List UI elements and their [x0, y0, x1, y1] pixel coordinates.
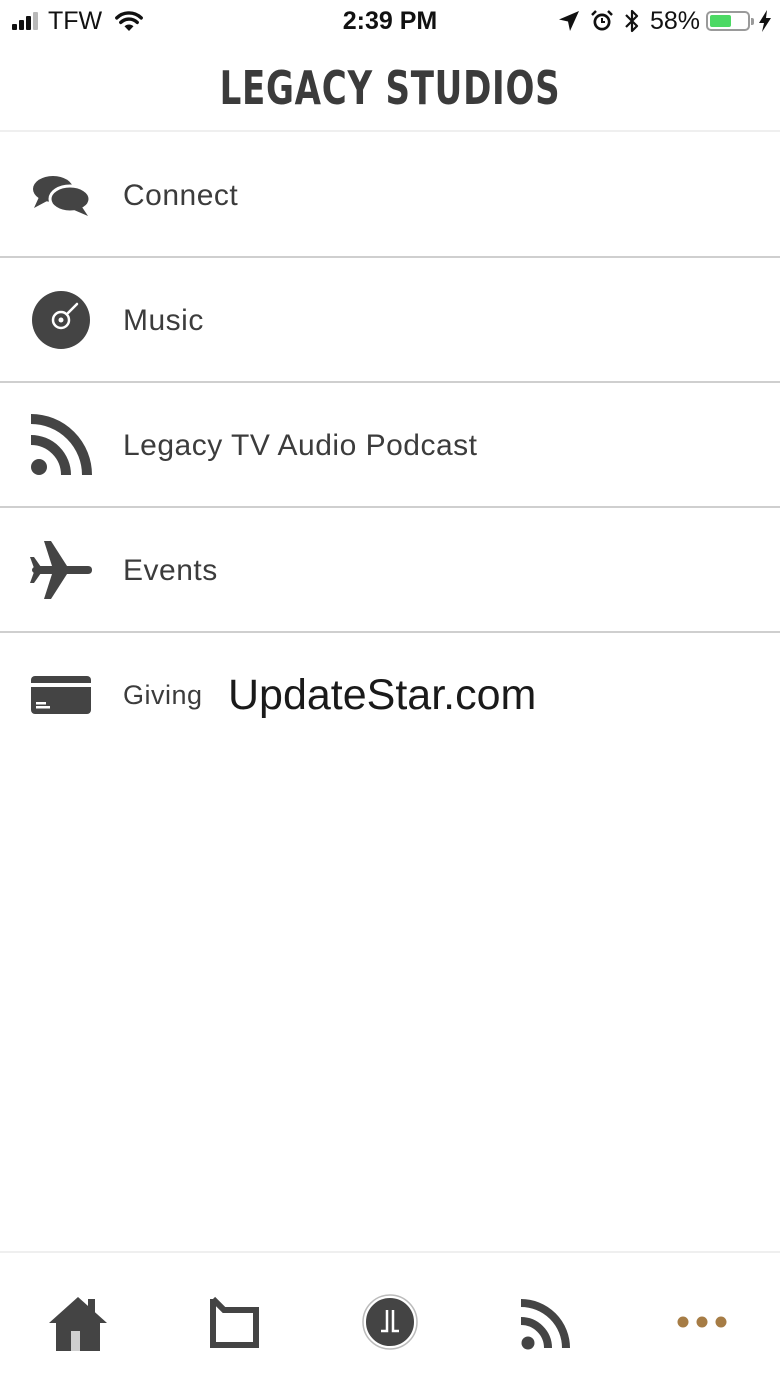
menu-item-giving[interactable]: Giving UpdateStar.com: [0, 633, 780, 758]
crop-frame-icon[interactable]: [200, 1289, 266, 1355]
menu-item-music[interactable]: Music: [0, 258, 780, 383]
menu-item-label: Connect: [123, 179, 239, 212]
airplane-icon: [30, 541, 92, 599]
location-arrow-icon: [558, 11, 579, 31]
battery-icon: [706, 11, 754, 31]
status-bar: TFW 2:39 PM 58%: [0, 0, 780, 44]
status-right: 58%: [548, 6, 772, 36]
menu-item-podcast[interactable]: Legacy TV Audio Podcast: [0, 383, 780, 508]
app-header: LEGACY STUDIOS: [0, 44, 780, 132]
chat-bubbles-icon: [33, 176, 92, 216]
home-icon[interactable]: [45, 1289, 111, 1355]
rss-feed-icon: [30, 414, 92, 476]
legacy-logo-icon[interactable]: [357, 1289, 423, 1355]
battery-level-fill: [710, 15, 731, 27]
more-menu-list: Connect Music Legacy TV Audio Podcast Ev…: [0, 133, 780, 758]
menu-item-label: Legacy TV Audio Podcast: [123, 429, 478, 462]
menu-item-connect[interactable]: Connect: [0, 133, 780, 258]
rss-feed-icon[interactable]: [514, 1289, 580, 1355]
menu-item-label: Music: [123, 304, 204, 337]
credit-card-icon: [31, 676, 91, 714]
battery-nub: [751, 18, 754, 25]
menu-item-events[interactable]: Events: [0, 508, 780, 633]
watermark-text: UpdateStar.com: [228, 671, 537, 719]
bluetooth-icon: [625, 9, 639, 33]
more-dots-icon[interactable]: [669, 1289, 735, 1355]
vinyl-record-icon: [32, 291, 90, 349]
app-logo: LEGACY STUDIOS: [219, 61, 561, 115]
alarm-icon: [591, 10, 613, 31]
battery-percentage: 58%: [649, 6, 700, 35]
menu-item-label: Giving: [123, 680, 203, 710]
tab-bar: [0, 1251, 780, 1387]
charging-bolt-icon: [759, 10, 771, 32]
menu-item-label: Events: [123, 554, 218, 587]
